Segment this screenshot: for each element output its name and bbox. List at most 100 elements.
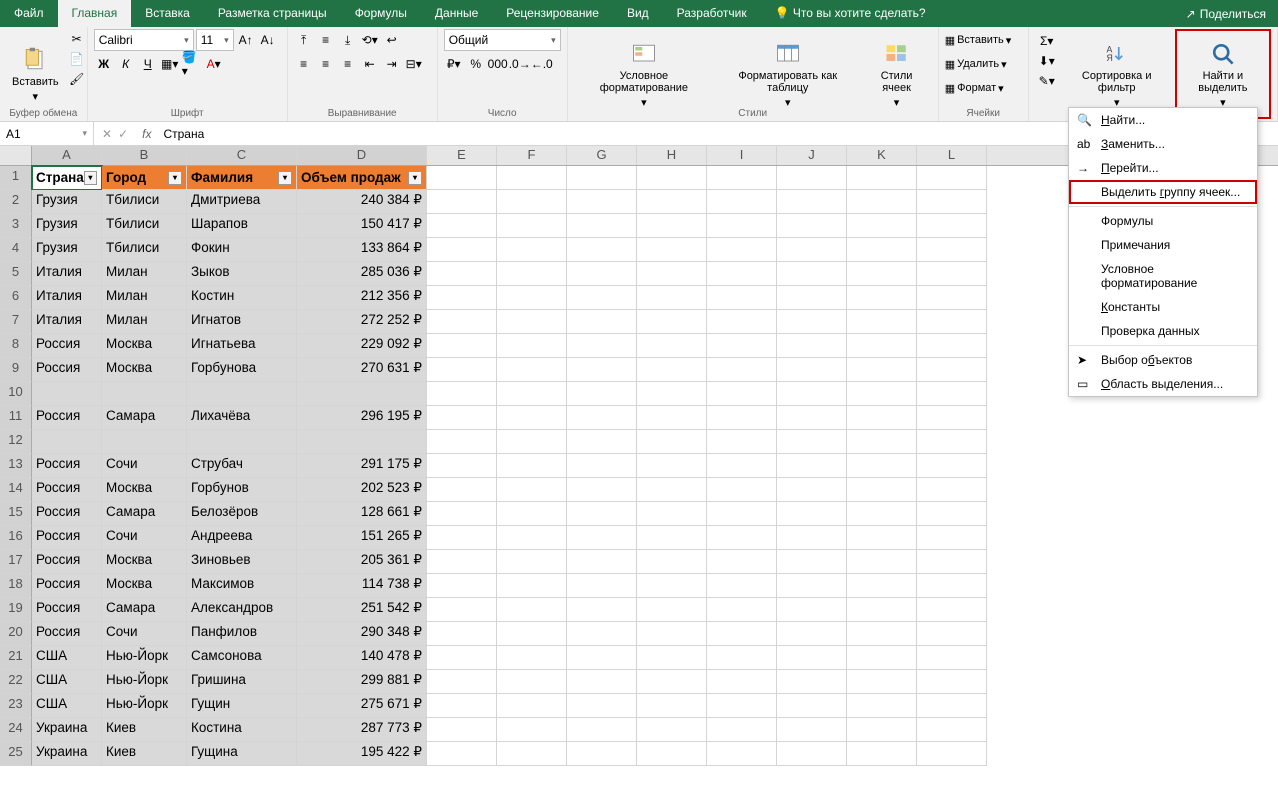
cell[interactable]: Шарапов [187,214,297,238]
font-color-button[interactable]: A▾ [204,54,224,74]
align-center-button[interactable]: ≡ [316,54,336,74]
cell[interactable]: США [32,646,102,670]
col-header-J[interactable]: J [777,146,847,165]
col-header-E[interactable]: E [427,146,497,165]
cell[interactable]: Максимов [187,574,297,598]
table-header[interactable]: Фамилия▾ [187,166,297,190]
cell[interactable]: Игнатов [187,310,297,334]
menu-data-validation[interactable]: Проверка данных [1069,319,1257,343]
cell[interactable]: Милан [102,286,187,310]
filter-icon[interactable]: ▾ [168,171,182,185]
underline-button[interactable]: Ч [138,54,158,74]
cell[interactable]: Самара [102,406,187,430]
align-left-button[interactable]: ≡ [294,54,314,74]
cell[interactable]: Белозёров [187,502,297,526]
format-as-table-button[interactable]: Форматировать как таблицу▾ [716,29,859,119]
cell[interactable]: Россия [32,454,102,478]
autosum-button[interactable]: Σ▾ [1037,31,1057,51]
col-header-I[interactable]: I [707,146,777,165]
cell[interactable] [297,382,427,406]
cell[interactable]: Фокин [187,238,297,262]
cell[interactable]: 285 036 ₽ [297,262,427,286]
cell[interactable] [187,382,297,406]
fill-color-button[interactable]: 🪣▾ [182,54,202,74]
col-header-G[interactable]: G [567,146,637,165]
row-header[interactable]: 5 [0,262,32,286]
tab-insert[interactable]: Вставка [131,0,204,27]
cell[interactable]: Киев [102,718,187,742]
cell[interactable]: 251 542 ₽ [297,598,427,622]
cell[interactable]: 150 417 ₽ [297,214,427,238]
borders-button[interactable]: ▦▾ [160,54,180,74]
cell[interactable]: Россия [32,622,102,646]
cut-button[interactable]: ✂ [67,29,87,49]
row-header[interactable]: 4 [0,238,32,262]
cell[interactable]: Москва [102,334,187,358]
cell[interactable]: Самара [102,598,187,622]
menu-comments[interactable]: Примечания [1069,233,1257,257]
row-header[interactable]: 16 [0,526,32,550]
align-right-button[interactable]: ≡ [338,54,358,74]
cell[interactable]: Россия [32,334,102,358]
clear-button[interactable]: ✎▾ [1037,71,1057,91]
cell[interactable]: Костина [187,718,297,742]
paste-button[interactable]: Вставить▾ [6,29,65,119]
currency-button[interactable]: ₽▾ [444,54,464,74]
cell[interactable] [187,430,297,454]
cell[interactable]: 205 361 ₽ [297,550,427,574]
cell[interactable] [297,430,427,454]
cell[interactable]: Тбилиси [102,238,187,262]
cell[interactable]: Украина [32,742,102,766]
cell[interactable]: Гришина [187,670,297,694]
find-select-button[interactable]: Найти и выделить▾ [1175,29,1271,119]
menu-select-objects[interactable]: ➤Выбор объектов [1069,348,1257,372]
confirm-formula-button[interactable]: ✓ [118,127,128,141]
cell[interactable] [102,382,187,406]
cell[interactable]: 270 631 ₽ [297,358,427,382]
cell[interactable]: 212 356 ₽ [297,286,427,310]
cell[interactable]: Игнатьева [187,334,297,358]
cell[interactable]: Струбач [187,454,297,478]
cell[interactable]: Нью-Йорк [102,670,187,694]
cell-styles-button[interactable]: Стили ячеек▾ [861,29,931,119]
row-header[interactable]: 21 [0,646,32,670]
cell[interactable]: Костин [187,286,297,310]
menu-find[interactable]: 🔍Найти... [1069,108,1257,132]
cell[interactable] [32,382,102,406]
cell[interactable]: Москва [102,358,187,382]
cell[interactable]: Тбилиси [102,190,187,214]
row-header[interactable]: 7 [0,310,32,334]
conditional-formatting-button[interactable]: Условное форматирование▾ [574,29,714,119]
col-header-A[interactable]: A [32,146,102,165]
dec-decimal-button[interactable]: ←.0 [532,54,552,74]
increase-indent-button[interactable]: ⇥ [382,54,402,74]
delete-cells-button[interactable]: ▦ Удалить ▾ [945,53,1022,75]
cell[interactable]: 229 092 ₽ [297,334,427,358]
cell[interactable]: 299 881 ₽ [297,670,427,694]
col-header-H[interactable]: H [637,146,707,165]
wrap-text-button[interactable]: ↩ [382,30,402,50]
cell[interactable]: Самара [102,502,187,526]
tab-review[interactable]: Рецензирование [492,0,613,27]
row-header[interactable]: 25 [0,742,32,766]
bold-button[interactable]: Ж [94,54,114,74]
cell[interactable]: Горбунов [187,478,297,502]
cell[interactable]: Москва [102,550,187,574]
cell[interactable]: 291 175 ₽ [297,454,427,478]
cell[interactable]: Александров [187,598,297,622]
cell[interactable]: Гущина [187,742,297,766]
cell[interactable]: 114 738 ₽ [297,574,427,598]
row-header[interactable]: 13 [0,454,32,478]
row-header[interactable]: 17 [0,550,32,574]
row-header[interactable]: 19 [0,598,32,622]
cell[interactable]: Грузия [32,214,102,238]
row-header[interactable]: 11 [0,406,32,430]
row-header[interactable]: 2 [0,190,32,214]
cell[interactable]: Сочи [102,622,187,646]
cell[interactable]: Лихачёва [187,406,297,430]
cell[interactable]: США [32,694,102,718]
cell[interactable]: 240 384 ₽ [297,190,427,214]
cell[interactable]: Горбунова [187,358,297,382]
tab-developer[interactable]: Разработчик [663,0,761,27]
cell[interactable]: Россия [32,526,102,550]
